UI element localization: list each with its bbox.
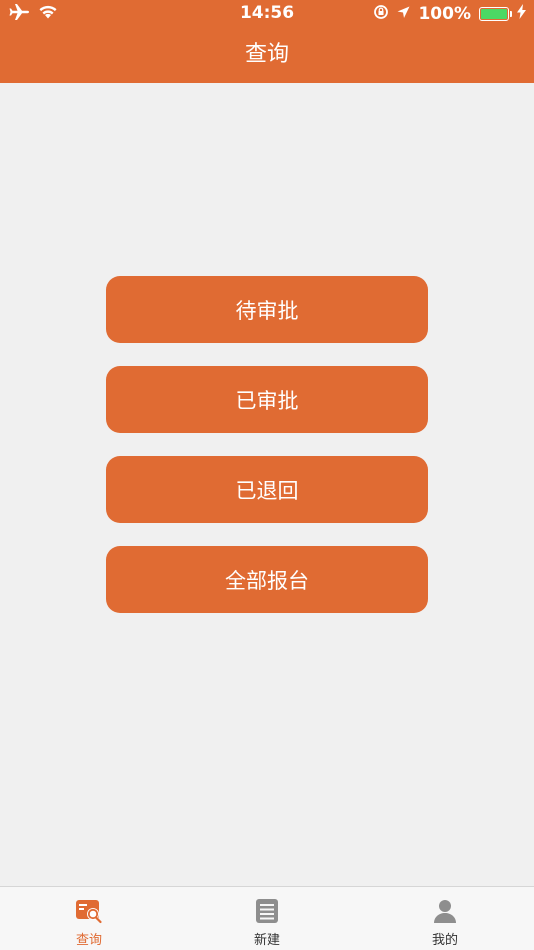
approved-button[interactable]: 已审批 xyxy=(106,366,428,433)
tab-new-label: 新建 xyxy=(253,933,280,948)
search-document-icon xyxy=(75,897,103,925)
location-icon xyxy=(397,4,410,24)
tab-mine[interactable]: 我的 xyxy=(356,887,534,950)
notepad-icon xyxy=(253,897,281,925)
tab-bar: 查询 新建 我的 xyxy=(0,886,534,950)
returned-button[interactable]: 已退回 xyxy=(106,456,428,523)
battery-icon xyxy=(479,7,512,21)
status-bar: 14:56 100% xyxy=(0,0,534,28)
pending-approval-button[interactable]: 待审批 xyxy=(106,276,428,343)
page-title: 查询 xyxy=(244,42,289,67)
airplane-icon xyxy=(8,3,30,25)
charging-icon xyxy=(517,4,526,24)
query-menu: 待审批 已审批 已退回 全部报台 xyxy=(106,276,428,636)
rotation-lock-icon xyxy=(373,4,389,25)
tab-new[interactable]: 新建 xyxy=(178,887,356,950)
wifi-icon xyxy=(38,4,58,24)
battery-percent: 100% xyxy=(418,4,471,24)
tab-mine-label: 我的 xyxy=(431,933,458,948)
all-reports-button[interactable]: 全部报台 xyxy=(106,546,428,613)
top-header: 14:56 100% 查询 xyxy=(0,0,534,83)
tab-query-label: 查询 xyxy=(75,933,102,948)
tab-query[interactable]: 查询 xyxy=(0,887,178,950)
user-icon xyxy=(431,897,459,925)
